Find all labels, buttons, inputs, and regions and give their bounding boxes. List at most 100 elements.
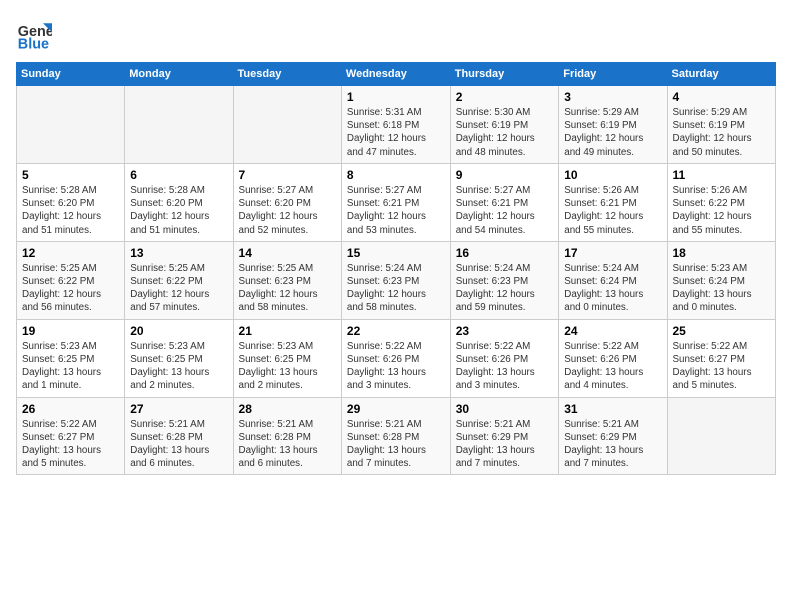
day-info: Sunrise: 5:30 AM Sunset: 6:19 PM Dayligh… (456, 106, 554, 159)
calendar-cell: 13Sunrise: 5:25 AM Sunset: 6:22 PM Dayli… (125, 241, 233, 319)
day-number: 20 (130, 324, 227, 338)
day-number: 15 (347, 246, 445, 260)
calendar-header-row: SundayMondayTuesdayWednesdayThursdayFrid… (17, 63, 776, 86)
day-info: Sunrise: 5:24 AM Sunset: 6:23 PM Dayligh… (456, 262, 554, 315)
day-of-week-header: Monday (125, 63, 233, 86)
calendar-cell: 27 Sunrise: 5:21 AM Sunset: 6:28 PM Dayli… (125, 397, 233, 475)
day-info: Sunrise: 5:21 AM Sunset: 6:28 PM Dayligh… (239, 418, 336, 471)
day-of-week-header: Tuesday (233, 63, 341, 86)
calendar-cell: 28 Sunrise: 5:21 AM Sunset: 6:28 PM Dayli… (233, 397, 341, 475)
day-number: 29 (347, 402, 445, 416)
calendar-cell: 17 Sunrise: 5:24 AM Sunset: 6:24 PM Dayli… (559, 241, 667, 319)
day-info: Sunrise: 5:25 AM Sunset: 6:22 PM Dayligh… (22, 262, 119, 315)
day-number: 11 (673, 168, 771, 182)
calendar-cell: 7 Sunrise: 5:27 AM Sunset: 6:20 PM Daylig… (233, 163, 341, 241)
day-number: 23 (456, 324, 554, 338)
day-info: Sunrise: 5:23 AM Sunset: 6:25 PM Dayligh… (130, 340, 227, 393)
day-number: 18 (673, 246, 771, 260)
day-number: 24 (564, 324, 661, 338)
day-of-week-header: Wednesday (341, 63, 450, 86)
day-info: Sunrise: 5:22 AM Sunset: 6:27 PM Dayligh… (673, 340, 771, 393)
day-number: 4 (673, 90, 771, 104)
calendar-cell: 8 Sunrise: 5:27 AM Sunset: 6:21 PM Daylig… (341, 163, 450, 241)
day-info: Sunrise: 5:29 AM Sunset: 6:19 PM Dayligh… (564, 106, 661, 159)
day-info: Sunrise: 5:26 AM Sunset: 6:21 PM Dayligh… (564, 184, 661, 237)
calendar-cell: 16 Sunrise: 5:24 AM Sunset: 6:23 PM Dayli… (450, 241, 559, 319)
day-info: Sunrise: 5:21 AM Sunset: 6:29 PM Dayligh… (456, 418, 554, 471)
day-info: Sunrise: 5:25 AM Sunset: 6:23 PM Dayligh… (239, 262, 336, 315)
day-number: 2 (456, 90, 554, 104)
day-number: 21 (239, 324, 336, 338)
day-number: 31 (564, 402, 661, 416)
calendar-cell: 31 Sunrise: 5:21 AM Sunset: 6:29 PM Dayli… (559, 397, 667, 475)
calendar-week-row: 12 Sunrise: 5:25 AM Sunset: 6:22 PM Dayli… (17, 241, 776, 319)
calendar-week-row: 1 Sunrise: 5:31 AM Sunset: 6:18 PM Daylig… (17, 86, 776, 164)
calendar-week-row: 19 Sunrise: 5:23 AM Sunset: 6:25 PM Dayli… (17, 319, 776, 397)
calendar-cell: 2 Sunrise: 5:30 AM Sunset: 6:19 PM Daylig… (450, 86, 559, 164)
logo: General Blue (16, 16, 52, 52)
day-info: Sunrise: 5:21 AM Sunset: 6:29 PM Dayligh… (564, 418, 661, 471)
calendar-cell: 26Sunrise: 5:22 AM Sunset: 6:27 PM Dayli… (17, 397, 125, 475)
day-of-week-header: Saturday (667, 63, 776, 86)
day-info: Sunrise: 5:26 AM Sunset: 6:22 PM Dayligh… (673, 184, 771, 237)
day-number: 14 (239, 246, 336, 260)
day-number: 6 (130, 168, 227, 182)
day-info: Sunrise: 5:21 AM Sunset: 6:28 PM Dayligh… (130, 418, 227, 471)
day-number: 12 (22, 246, 119, 260)
day-info: Sunrise: 5:22 AM Sunset: 6:27 PM Dayligh… (22, 418, 119, 471)
calendar-cell (125, 86, 233, 164)
calendar-cell: 22 Sunrise: 5:22 AM Sunset: 6:26 PM Dayli… (341, 319, 450, 397)
day-number: 17 (564, 246, 661, 260)
calendar-week-row: 5 Sunrise: 5:28 AM Sunset: 6:20 PM Daylig… (17, 163, 776, 241)
day-info: Sunrise: 5:27 AM Sunset: 6:21 PM Dayligh… (456, 184, 554, 237)
day-info: Sunrise: 5:23 AM Sunset: 6:25 PM Dayligh… (22, 340, 119, 393)
day-number: 1 (347, 90, 445, 104)
day-info: Sunrise: 5:31 AM Sunset: 6:18 PM Dayligh… (347, 106, 445, 159)
calendar-cell: 5 Sunrise: 5:28 AM Sunset: 6:20 PM Daylig… (17, 163, 125, 241)
day-of-week-header: Friday (559, 63, 667, 86)
page-container: General Blue SundayMondayTuesdayWednesda… (0, 0, 792, 483)
calendar-cell: 20 Sunrise: 5:23 AM Sunset: 6:25 PM Dayli… (125, 319, 233, 397)
day-info: Sunrise: 5:24 AM Sunset: 6:23 PM Dayligh… (347, 262, 445, 315)
day-number: 13 (130, 246, 227, 260)
calendar-cell: 14 Sunrise: 5:25 AM Sunset: 6:23 PM Dayli… (233, 241, 341, 319)
day-info: Sunrise: 5:28 AM Sunset: 6:20 PM Dayligh… (22, 184, 119, 237)
day-number: 25 (673, 324, 771, 338)
day-number: 7 (239, 168, 336, 182)
calendar-table: SundayMondayTuesdayWednesdayThursdayFrid… (16, 62, 776, 475)
day-number: 9 (456, 168, 554, 182)
day-info: Sunrise: 5:27 AM Sunset: 6:20 PM Dayligh… (239, 184, 336, 237)
page-header: General Blue (16, 16, 776, 52)
day-number: 19 (22, 324, 119, 338)
day-number: 16 (456, 246, 554, 260)
day-info: Sunrise: 5:22 AM Sunset: 6:26 PM Dayligh… (564, 340, 661, 393)
day-number: 8 (347, 168, 445, 182)
day-info: Sunrise: 5:22 AM Sunset: 6:26 PM Dayligh… (347, 340, 445, 393)
calendar-cell: 21 Sunrise: 5:23 AM Sunset: 6:25 PM Dayli… (233, 319, 341, 397)
day-info: Sunrise: 5:22 AM Sunset: 6:26 PM Dayligh… (456, 340, 554, 393)
calendar-cell: 18 Sunrise: 5:23 AM Sunset: 6:24 PM Dayli… (667, 241, 776, 319)
calendar-cell: 3Sunrise: 5:29 AM Sunset: 6:19 PM Daylig… (559, 86, 667, 164)
calendar-cell: 24 Sunrise: 5:22 AM Sunset: 6:26 PM Dayli… (559, 319, 667, 397)
day-info: Sunrise: 5:23 AM Sunset: 6:24 PM Dayligh… (673, 262, 771, 315)
day-info: Sunrise: 5:28 AM Sunset: 6:20 PM Dayligh… (130, 184, 227, 237)
calendar-cell: 10Sunrise: 5:26 AM Sunset: 6:21 PM Dayli… (559, 163, 667, 241)
day-info: Sunrise: 5:27 AM Sunset: 6:21 PM Dayligh… (347, 184, 445, 237)
calendar-cell: 6 Sunrise: 5:28 AM Sunset: 6:20 PM Daylig… (125, 163, 233, 241)
calendar-cell (667, 397, 776, 475)
day-number: 22 (347, 324, 445, 338)
calendar-cell: 12 Sunrise: 5:25 AM Sunset: 6:22 PM Dayli… (17, 241, 125, 319)
calendar-cell: 9 Sunrise: 5:27 AM Sunset: 6:21 PM Daylig… (450, 163, 559, 241)
day-number: 27 (130, 402, 227, 416)
day-number: 28 (239, 402, 336, 416)
day-info: Sunrise: 5:24 AM Sunset: 6:24 PM Dayligh… (564, 262, 661, 315)
calendar-cell: 19 Sunrise: 5:23 AM Sunset: 6:25 PM Dayli… (17, 319, 125, 397)
day-of-week-header: Sunday (17, 63, 125, 86)
calendar-week-row: 26Sunrise: 5:22 AM Sunset: 6:27 PM Dayli… (17, 397, 776, 475)
calendar-cell: 29Sunrise: 5:21 AM Sunset: 6:28 PM Dayli… (341, 397, 450, 475)
day-number: 5 (22, 168, 119, 182)
day-info: Sunrise: 5:23 AM Sunset: 6:25 PM Dayligh… (239, 340, 336, 393)
calendar-cell (17, 86, 125, 164)
day-number: 30 (456, 402, 554, 416)
calendar-cell: 11 Sunrise: 5:26 AM Sunset: 6:22 PM Dayli… (667, 163, 776, 241)
